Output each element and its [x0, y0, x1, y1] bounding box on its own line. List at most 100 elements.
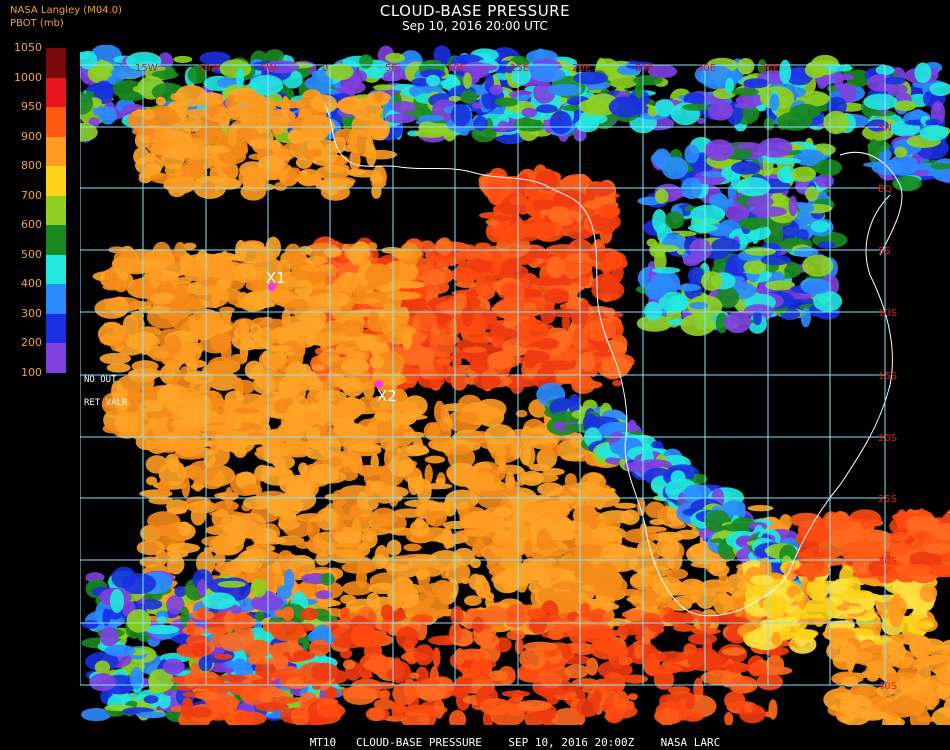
- cloud-patch: [529, 427, 549, 435]
- cloud-patch: [104, 269, 118, 286]
- cloud-patch: [244, 360, 264, 380]
- cloud-patch: [390, 576, 414, 597]
- cloud-patch: [516, 309, 541, 317]
- cloud-patch: [654, 188, 669, 204]
- cloud-patch: [793, 593, 804, 602]
- cloud-patch: [360, 527, 391, 536]
- cloud-patch: [436, 237, 453, 256]
- cloud-patch: [228, 128, 238, 147]
- cloud-patch: [863, 93, 898, 110]
- cloud-patch: [734, 102, 758, 109]
- cloud-patch: [325, 687, 339, 699]
- cloud-patch: [494, 97, 519, 107]
- cloud-patch: [887, 642, 897, 656]
- cloud-patch: [747, 505, 774, 512]
- cloud-patch: [779, 514, 793, 531]
- cloud-patch: [219, 59, 252, 79]
- cloud-patch: [403, 704, 438, 713]
- cloud-patch: [623, 528, 659, 544]
- cloud-patch: [353, 285, 366, 305]
- cloud-patch: [561, 104, 581, 112]
- cloud-patch: [499, 516, 513, 528]
- cloud-patch: [409, 519, 430, 537]
- cloud-patch: [536, 528, 551, 552]
- lon-label: 25E: [635, 63, 654, 74]
- cloud-patch: [195, 691, 220, 701]
- cloud-patch: [370, 480, 383, 493]
- cloud-patch: [333, 423, 369, 438]
- cloud-patch: [826, 639, 857, 663]
- cloud-patch: [616, 643, 629, 659]
- cloud-patch: [492, 215, 511, 222]
- cloud-patch: [564, 473, 577, 488]
- cloud-patch: [655, 536, 680, 559]
- cloud-patch: [883, 76, 906, 85]
- cloud-patch: [684, 144, 700, 164]
- legend-swatch: [46, 343, 66, 373]
- cloud-patch: [181, 159, 204, 178]
- cloud-patch: [797, 629, 817, 640]
- cloud-patch: [278, 376, 301, 400]
- cloud-patch: [462, 346, 487, 354]
- cloud-patch: [295, 541, 312, 549]
- cloud-patch: [436, 358, 452, 365]
- cloud-patch: [311, 364, 325, 371]
- cloud-patch: [146, 476, 158, 486]
- cloud-patch: [449, 623, 463, 643]
- cloud-patch: [758, 137, 793, 158]
- cloud-patch: [242, 484, 260, 496]
- cloud-patch: [447, 465, 482, 487]
- cloud-patch: [474, 398, 507, 420]
- cloud-patch: [173, 435, 205, 457]
- cloud-patch: [539, 209, 552, 216]
- cloud-patch: [558, 556, 588, 571]
- cloud-patch: [431, 579, 454, 598]
- cloud-patch: [99, 626, 119, 647]
- cloud-patch: [196, 394, 212, 419]
- cloud-patch: [180, 116, 203, 133]
- cloud-patch: [247, 90, 256, 102]
- cloud-patch: [473, 116, 488, 131]
- cloud-patch: [310, 94, 337, 113]
- cloud-patch: [340, 319, 364, 337]
- cloud-patch: [493, 328, 518, 340]
- cloud-patch: [349, 128, 358, 147]
- cloud-patch: [666, 568, 689, 580]
- cloud-patch: [94, 660, 111, 675]
- cloud-patch: [350, 624, 377, 648]
- cloud-patch: [350, 108, 371, 116]
- cloud-patch: [513, 318, 549, 343]
- lat-label: 25S: [878, 494, 897, 505]
- cloud-patch: [636, 497, 646, 517]
- cloud-patch: [505, 471, 515, 490]
- cloud-patch: [722, 647, 746, 656]
- cloud-patch: [340, 358, 370, 375]
- cloud-patch: [743, 703, 754, 713]
- cloud-patch: [137, 632, 151, 642]
- cloud-patch: [190, 483, 205, 490]
- legend-label: 200: [21, 336, 42, 349]
- cloud-patch: [919, 125, 949, 141]
- cloud-patch: [564, 664, 589, 679]
- cloud-patch: [836, 604, 850, 611]
- cloud-patch: [765, 655, 785, 674]
- cloud-patch: [396, 626, 419, 650]
- cloud-patch: [488, 670, 509, 682]
- lon-label: 5W: [260, 63, 276, 74]
- cloud-patch: [300, 607, 319, 621]
- cloud-patch: [612, 380, 622, 387]
- cloud-patch: [211, 509, 231, 528]
- cloud-patch: [524, 538, 533, 558]
- cloud-patch: [174, 585, 187, 597]
- cloud-patch: [390, 100, 417, 114]
- cloud-patch: [270, 642, 284, 660]
- cloud-patch: [413, 644, 435, 666]
- cloud-patch: [106, 362, 131, 373]
- cloud-patch: [790, 166, 817, 182]
- cloud-patch: [214, 552, 226, 566]
- cloud-patch: [118, 92, 145, 102]
- cloud-patch: [454, 292, 467, 310]
- cloud-patch: [724, 311, 751, 334]
- cloud-patch: [403, 543, 422, 552]
- lon-label: 10E: [447, 63, 466, 74]
